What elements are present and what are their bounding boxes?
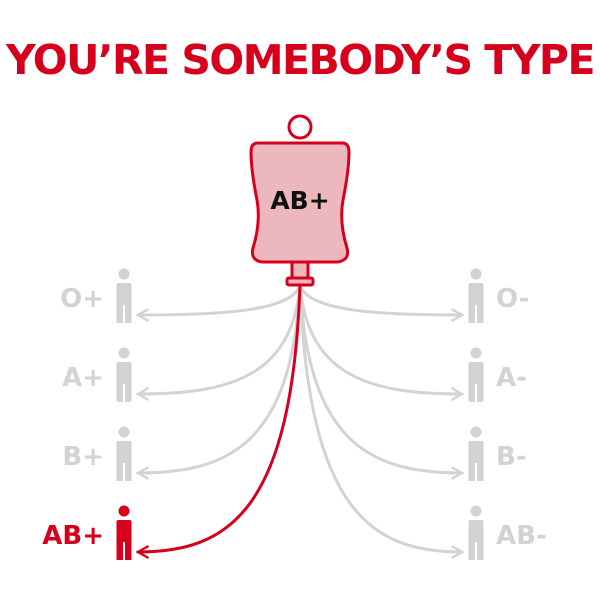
blood-type-label-apos: A+ — [62, 363, 104, 393]
bag-neck — [290, 260, 310, 280]
blood-bag-icon: AB+ — [249, 114, 351, 287]
bag-hanger-ring — [287, 114, 313, 140]
connector-apos — [135, 283, 302, 402]
connector-abpos — [135, 283, 302, 560]
blood-type-label-aneg: A- — [496, 363, 527, 393]
connector-opos — [135, 283, 302, 323]
person-bneg-icon — [468, 426, 484, 481]
person-bpos-icon — [116, 426, 132, 481]
blood-compatibility-diagram: AB+ O- A- B- AB- O+ A+ B+ AB+ — [42, 114, 547, 560]
connector-aneg — [298, 283, 465, 402]
bag-blood-type-label: AB+ — [270, 186, 329, 215]
connector-lines — [135, 283, 465, 560]
person-opos-icon — [116, 268, 132, 323]
bag-port — [285, 276, 315, 287]
person-apos-icon — [116, 347, 132, 402]
person-aneg-icon — [468, 347, 484, 402]
connector-abneg — [298, 283, 465, 560]
blood-type-label-abneg: AB- — [496, 521, 547, 551]
person-abneg-icon — [468, 505, 484, 560]
blood-type-label-bneg: B- — [496, 442, 527, 472]
blood-type-label-abpos: AB+ — [42, 521, 104, 551]
blood-type-label-oneg: O- — [496, 284, 529, 314]
person-oneg-icon — [468, 268, 484, 323]
connector-oneg — [298, 283, 465, 323]
person-abpos-icon — [116, 505, 132, 560]
blood-type-label-bpos: B+ — [62, 442, 104, 472]
blood-type-label-opos: O+ — [60, 284, 104, 314]
